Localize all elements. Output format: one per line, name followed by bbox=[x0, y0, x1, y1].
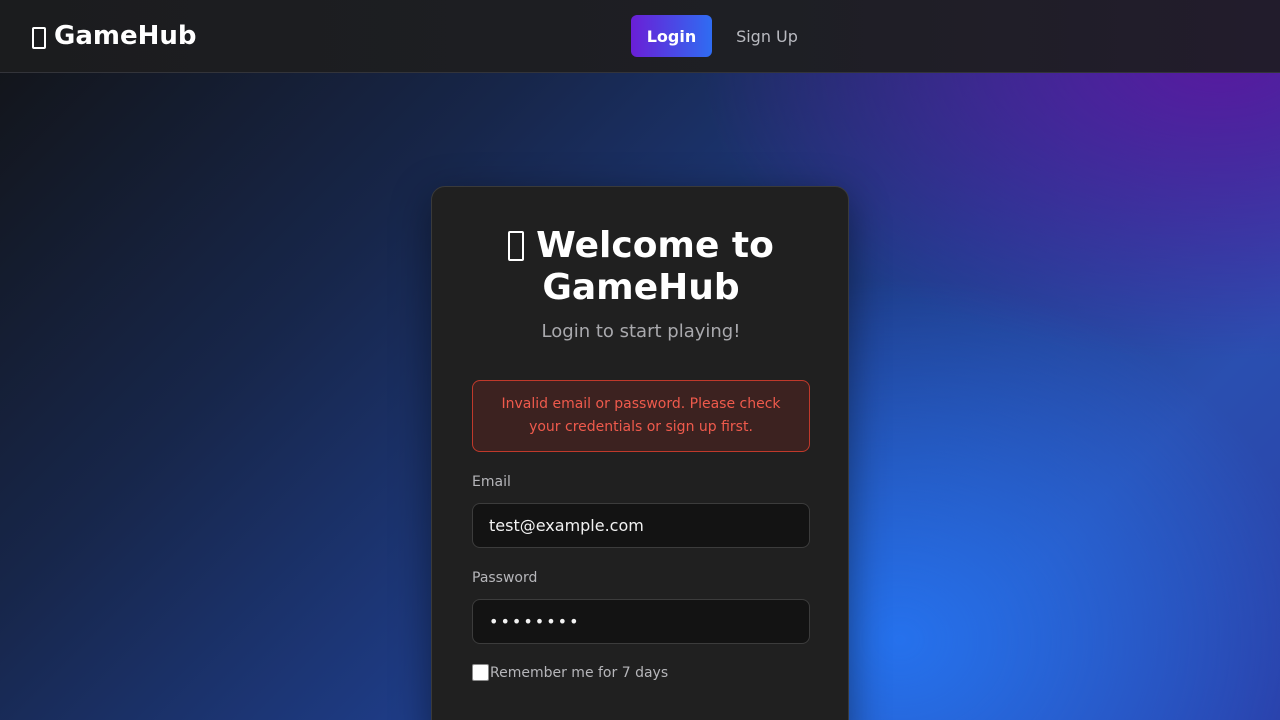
error-alert: Invalid email or password. Please check … bbox=[472, 380, 810, 452]
gamepad-icon bbox=[32, 27, 46, 49]
login-card: Welcome to GameHub Login to start playin… bbox=[431, 186, 849, 720]
top-navbar: GameHub Login Sign Up bbox=[0, 0, 1280, 73]
title-text: Welcome to GameHub bbox=[536, 225, 774, 308]
logo[interactable]: GameHub bbox=[32, 19, 197, 53]
logo-text: GameHub bbox=[54, 21, 197, 51]
remember-checkbox[interactable] bbox=[472, 664, 489, 681]
subtitle: Login to start playing! bbox=[541, 321, 741, 342]
password-label: Password bbox=[472, 570, 538, 586]
password-field[interactable] bbox=[472, 599, 810, 644]
gamepad-icon bbox=[508, 231, 525, 261]
remember-me: Remember me for 7 days bbox=[472, 664, 668, 681]
email-field[interactable] bbox=[472, 503, 810, 548]
page-title: Welcome to GameHub bbox=[432, 225, 850, 309]
nav-signup-link[interactable]: Sign Up bbox=[720, 15, 814, 57]
email-label: Email bbox=[472, 474, 511, 490]
error-message: Invalid email or password. Please check … bbox=[501, 396, 781, 435]
nav-login-button[interactable]: Login bbox=[631, 15, 712, 57]
remember-label[interactable]: Remember me for 7 days bbox=[490, 665, 668, 681]
